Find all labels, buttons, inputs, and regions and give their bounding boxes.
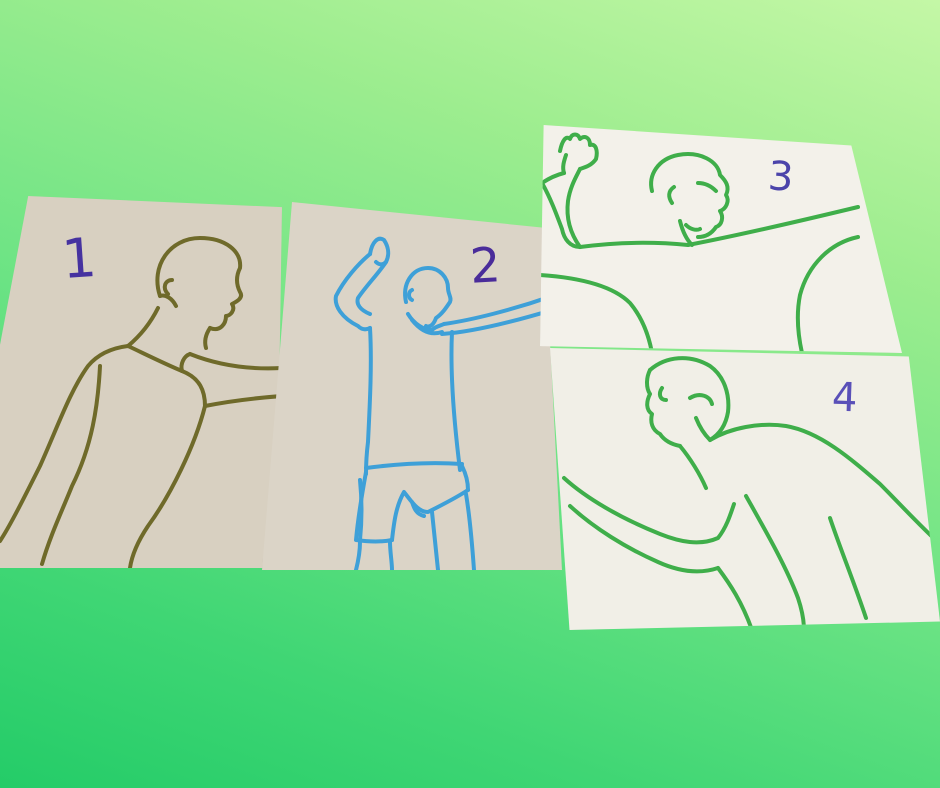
- card-number-3: 3: [766, 153, 796, 201]
- card-number-2: 2: [468, 237, 502, 295]
- drawing-3-figure: [540, 132, 860, 353]
- card-number-1: 1: [59, 225, 99, 292]
- drawing-card-3: 3: [540, 125, 902, 353]
- drawing-card-2: 2: [262, 202, 562, 570]
- drawing-card-1: 1: [0, 196, 282, 568]
- drawing-card-4: 4: [550, 348, 940, 630]
- drawing-2-figure: [333, 236, 554, 570]
- drawing-1-figure: [0, 236, 282, 568]
- drawing-4-figure: [562, 356, 940, 630]
- card-number-4: 4: [831, 374, 859, 422]
- photo-scene: 1 2 3 4: [0, 0, 940, 788]
